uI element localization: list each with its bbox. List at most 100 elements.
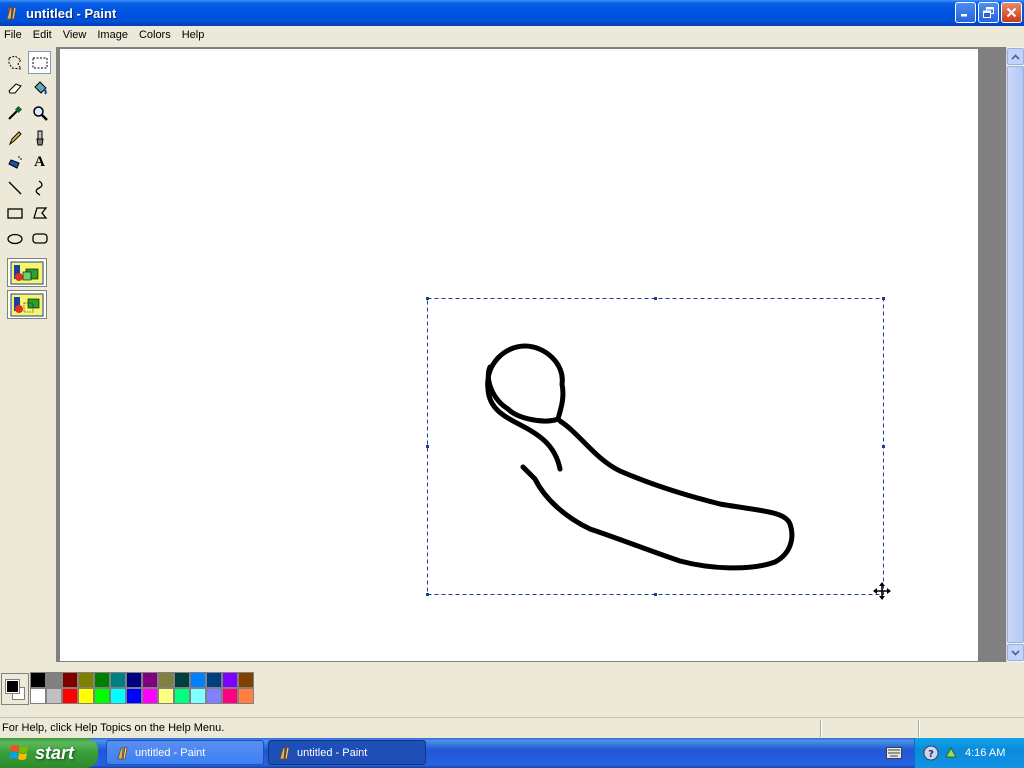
restore-button[interactable]	[978, 2, 999, 23]
tool-polygon[interactable]	[28, 201, 51, 224]
close-icon	[1006, 7, 1017, 18]
color-palette	[30, 672, 254, 704]
color-box	[0, 662, 1024, 712]
menu-colors[interactable]: Colors	[134, 26, 177, 45]
scroll-thumb[interactable]	[1007, 66, 1024, 643]
taskbar-button-paint-1[interactable]: untitled - Paint	[106, 740, 264, 765]
palette-swatch[interactable]	[30, 672, 46, 688]
status-help-text: For Help, click Help Topics on the Help …	[2, 722, 225, 734]
network-tray-icon[interactable]	[943, 745, 959, 761]
rectangle-icon	[6, 207, 23, 219]
vertical-scrollbar[interactable]	[1006, 47, 1024, 662]
tool-ellipse[interactable]	[3, 226, 26, 249]
palette-swatch[interactable]	[222, 688, 238, 704]
palette-swatch[interactable]	[238, 688, 254, 704]
menu-file[interactable]: File	[0, 26, 28, 45]
tool-free-form-select[interactable]	[3, 51, 26, 74]
current-colors[interactable]	[1, 673, 29, 705]
tool-fill-with-color[interactable]	[28, 76, 51, 99]
palette-swatch[interactable]	[158, 672, 174, 688]
palette-swatch[interactable]	[238, 672, 254, 688]
palette-swatch[interactable]	[206, 672, 222, 688]
tool-text[interactable]: A	[28, 151, 51, 174]
svg-text:?: ?	[928, 749, 934, 760]
opaque-selection-icon	[10, 261, 44, 284]
rounded-rectangle-icon	[31, 232, 48, 244]
menu-help[interactable]: Help	[177, 26, 211, 45]
start-button[interactable]: start	[0, 738, 98, 768]
paint-app-icon	[279, 745, 290, 759]
palette-swatch[interactable]	[62, 688, 78, 704]
palette-swatch[interactable]	[158, 688, 174, 704]
scroll-down-button[interactable]	[1007, 644, 1024, 661]
palette-swatch[interactable]	[30, 688, 46, 704]
palette-swatch[interactable]	[110, 672, 126, 688]
tool-curve[interactable]	[28, 176, 51, 199]
paint-app-icon	[117, 745, 128, 759]
palette-swatch[interactable]	[78, 672, 94, 688]
menu-view[interactable]: View	[58, 26, 93, 45]
windows-logo-icon	[9, 745, 28, 760]
menu-edit[interactable]: Edit	[28, 26, 58, 45]
palette-swatch[interactable]	[142, 688, 158, 704]
foreground-color-swatch[interactable]	[5, 679, 20, 694]
palette-swatch[interactable]	[126, 688, 142, 704]
restore-icon	[983, 7, 994, 18]
tool-brush[interactable]	[28, 126, 51, 149]
tool-pick-color[interactable]	[3, 101, 26, 124]
drawing-canvas[interactable]	[60, 49, 978, 661]
transparency-option-opaque[interactable]	[7, 258, 47, 287]
move-cursor-icon	[873, 582, 891, 600]
palette-swatch[interactable]	[94, 688, 110, 704]
polygon-icon	[32, 206, 47, 219]
tool-magnifier[interactable]	[28, 101, 51, 124]
taskbar-button-label: untitled - Paint	[297, 746, 368, 759]
palette-swatch[interactable]	[62, 672, 78, 688]
palette-swatch[interactable]	[78, 688, 94, 704]
close-button[interactable]	[1001, 2, 1022, 23]
palette-swatch[interactable]	[190, 672, 206, 688]
palette-swatch[interactable]	[94, 672, 110, 688]
tool-line[interactable]	[3, 176, 26, 199]
clock: 4:16 AM	[965, 747, 1006, 759]
brush-icon	[35, 130, 44, 145]
palette-swatch[interactable]	[142, 672, 158, 688]
chevron-down-icon	[1011, 649, 1020, 656]
palette-swatch[interactable]	[190, 688, 206, 704]
menu-bar: File Edit View Image Colors Help	[0, 26, 1024, 45]
transparent-selection-icon	[10, 293, 44, 316]
minimize-button[interactable]	[955, 2, 976, 23]
taskbar-button-label: untitled - Paint	[135, 746, 206, 759]
tool-rounded-rectangle[interactable]	[28, 226, 51, 249]
taskbar-button-paint-2[interactable]: untitled - Paint	[268, 740, 426, 765]
tool-eraser[interactable]	[3, 76, 26, 99]
palette-swatch[interactable]	[110, 688, 126, 704]
palette-swatch[interactable]	[46, 688, 62, 704]
tool-pencil[interactable]	[3, 126, 26, 149]
curve-icon	[35, 179, 43, 196]
free-form-select-icon	[8, 54, 22, 70]
palette-swatch[interactable]	[222, 672, 238, 688]
canvas-drawing	[426, 297, 891, 600]
keyboard-icon[interactable]	[886, 747, 902, 759]
palette-swatch[interactable]	[206, 688, 222, 704]
minimize-icon	[961, 14, 967, 17]
chevron-up-icon	[1011, 53, 1020, 60]
scroll-up-button[interactable]	[1007, 48, 1024, 65]
help-tray-icon[interactable]: ?	[923, 745, 939, 761]
title-bar[interactable]: untitled - Paint	[0, 0, 1024, 26]
palette-swatch[interactable]	[174, 672, 190, 688]
window-title: untitled - Paint	[26, 5, 117, 21]
palette-swatch[interactable]	[174, 688, 190, 704]
transparency-option-transparent[interactable]	[7, 290, 47, 319]
tool-airbrush[interactable]	[3, 151, 26, 174]
palette-swatch[interactable]	[46, 672, 62, 688]
canvas-area	[56, 47, 1006, 662]
tool-rectangle[interactable]	[3, 201, 26, 224]
menu-image[interactable]: Image	[92, 26, 134, 45]
rect-select-icon	[32, 57, 47, 68]
stroke-tail	[520, 418, 795, 571]
status-bar: For Help, click Help Topics on the Help …	[0, 717, 1024, 738]
tool-select[interactable]	[28, 51, 51, 74]
palette-swatch[interactable]	[126, 672, 142, 688]
